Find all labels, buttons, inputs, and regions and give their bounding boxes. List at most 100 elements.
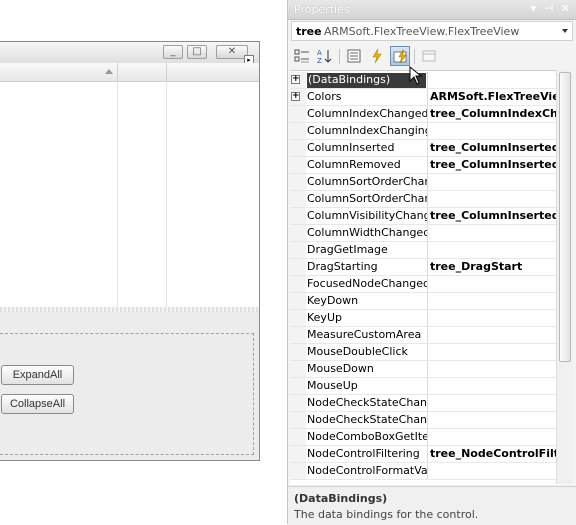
column-divider[interactable]: [427, 361, 428, 377]
property-row[interactable]: ColumnVisibilityChangedtree_ColumnInsert…: [290, 208, 560, 225]
property-value[interactable]: tree_NodeControlFilter: [430, 447, 560, 460]
property-pages-icon: [422, 50, 436, 62]
property-value[interactable]: tree_ColumnIndexCha: [430, 107, 560, 120]
column-divider[interactable]: [427, 140, 428, 156]
property-row[interactable]: ColumnIndexChanging: [290, 123, 560, 140]
row-gutter: [290, 446, 306, 462]
property-row[interactable]: KeyDown: [290, 293, 560, 310]
collapse-all-label: CollapseAll: [9, 398, 66, 410]
column-divider[interactable]: [427, 327, 428, 343]
scrollbar-thumb[interactable]: [559, 72, 571, 362]
categorized-icon: [294, 49, 309, 63]
splitter[interactable]: [0, 307, 259, 312]
property-row[interactable]: NodeCheckStateChangin: [290, 412, 560, 429]
properties-button[interactable]: [344, 46, 364, 66]
property-row[interactable]: ColumnRemoved tree_ColumnInserted: [290, 157, 560, 174]
property-value[interactable]: tree_ColumnInserted: [430, 141, 560, 154]
column-divider[interactable]: [427, 174, 428, 190]
column-divider[interactable]: [427, 157, 428, 173]
column-divider[interactable]: [427, 242, 428, 258]
property-row[interactable]: MouseDown: [290, 361, 560, 378]
column-divider[interactable]: [166, 63, 167, 81]
row-gutter: [290, 140, 306, 156]
property-name: KeyDown: [307, 294, 359, 307]
tree-column-header[interactable]: [0, 63, 259, 82]
column-divider[interactable]: [427, 344, 428, 360]
property-row[interactable]: MeasureCustomArea: [290, 327, 560, 344]
property-row[interactable]: MouseDoubleClick: [290, 344, 560, 361]
property-row[interactable]: ColumnSortOrderChange: [290, 174, 560, 191]
column-divider[interactable]: [427, 191, 428, 207]
toolbar-separator: [414, 49, 415, 64]
property-row[interactable]: FocusedNodeChanged: [290, 276, 560, 293]
description-title: (DataBindings): [294, 492, 388, 505]
column-divider[interactable]: [427, 429, 428, 445]
sort-ascending-icon: [105, 69, 113, 74]
property-row[interactable]: KeyUp: [290, 310, 560, 327]
property-grid[interactable]: + (DataBindings) + Colors ARMSoft.FlexTreeVi…: [290, 70, 560, 485]
column-divider[interactable]: [427, 276, 428, 292]
property-row[interactable]: ColumnSortOrderChangin: [290, 191, 560, 208]
column-divider[interactable]: [117, 63, 118, 81]
column-gridline: [117, 81, 118, 307]
column-gridline: [166, 81, 167, 307]
property-row[interactable]: + Colors ARMSoft.FlexTreeView: [290, 89, 560, 106]
column-divider[interactable]: [427, 208, 428, 224]
row-gutter: [290, 412, 306, 428]
property-value[interactable]: tree_ColumnInserted: [430, 158, 560, 171]
properties-titlebar[interactable]: Properties ▾ ⊣ ✕: [288, 0, 576, 20]
column-divider[interactable]: [427, 106, 428, 122]
events-button[interactable]: [367, 46, 387, 66]
property-row[interactable]: ColumnWidthChanged: [290, 225, 560, 242]
chevron-down-icon[interactable]: [562, 29, 568, 33]
property-row[interactable]: DragGetImage: [290, 242, 560, 259]
property-row[interactable]: + (DataBindings): [290, 72, 560, 89]
expand-icon[interactable]: +: [291, 92, 300, 101]
column-divider[interactable]: [427, 378, 428, 394]
property-pages-events-button[interactable]: [390, 46, 410, 66]
column-divider[interactable]: [427, 259, 428, 275]
column-divider[interactable]: [427, 89, 428, 105]
property-row[interactable]: DragStarting tree_DragStart: [290, 259, 560, 276]
column-divider[interactable]: [427, 72, 428, 88]
property-name: ColumnIndexChanged: [307, 107, 427, 120]
property-row[interactable]: NodeControlFormatValue: [290, 463, 560, 480]
property-name: NodeCheckStateChange: [307, 396, 427, 409]
categorized-button[interactable]: [292, 46, 312, 66]
column-divider[interactable]: [427, 395, 428, 411]
expand-all-button[interactable]: ExpandAll: [1, 365, 74, 385]
row-gutter: [290, 327, 306, 343]
collapse-all-button[interactable]: CollapseAll: [1, 394, 74, 414]
description-panel: (DataBindings) The data bindings for the…: [288, 486, 576, 525]
property-row[interactable]: NodeComboBoxGetItems: [290, 429, 560, 446]
expand-icon[interactable]: +: [291, 75, 300, 84]
property-row[interactable]: NodeControlFiltering tree_NodeControlFilt…: [290, 446, 560, 463]
property-row[interactable]: ColumnIndexChanged tree_ColumnIndexCha: [290, 106, 560, 123]
row-gutter: [290, 259, 306, 275]
column-divider[interactable]: [427, 446, 428, 462]
object-selector[interactable]: tree ARMSoft.FlexTreeView.FlexTreeView: [291, 21, 573, 41]
property-row[interactable]: NodeCheckStateChange: [290, 395, 560, 412]
property-name: Colors: [307, 90, 342, 103]
svg-text:Z: Z: [317, 57, 322, 64]
column-divider[interactable]: [427, 225, 428, 241]
column-divider[interactable]: [427, 310, 428, 326]
property-value[interactable]: ARMSoft.FlexTreeView: [430, 90, 560, 103]
property-row[interactable]: ColumnInserted tree_ColumnInserted: [290, 140, 560, 157]
property-pages-button[interactable]: [419, 46, 439, 66]
property-value[interactable]: tree_ColumnInserted: [430, 209, 560, 222]
pane-options-icon[interactable]: ▾ ⊣ ✕: [531, 2, 572, 15]
column-divider[interactable]: [427, 123, 428, 139]
property-value[interactable]: tree_DragStart: [430, 260, 560, 273]
column-divider[interactable]: [427, 412, 428, 428]
property-row[interactable]: MouseUp: [290, 378, 560, 395]
property-grid-scrollbar[interactable]: [556, 70, 573, 484]
alphabetical-button[interactable]: AZ: [315, 46, 335, 66]
row-gutter: [290, 378, 306, 394]
properties-title: Properties: [294, 3, 350, 16]
row-gutter: [290, 429, 306, 445]
column-divider[interactable]: [427, 293, 428, 309]
toolbar-separator: [339, 49, 340, 64]
column-divider[interactable]: [427, 463, 428, 479]
flex-tree-view[interactable]: [0, 63, 259, 309]
